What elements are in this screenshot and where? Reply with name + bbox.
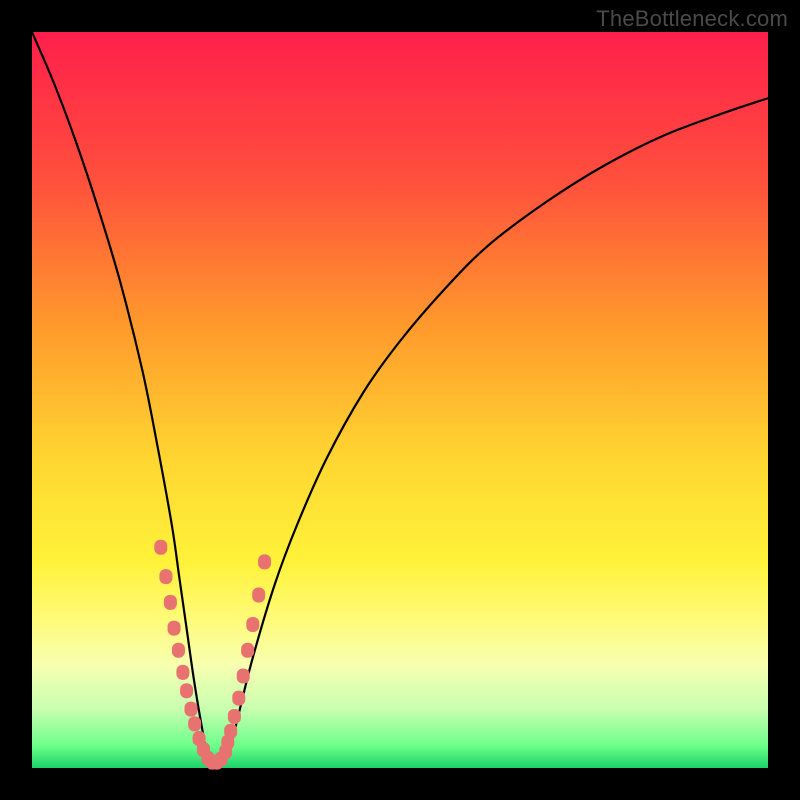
marker-dot [168,621,181,636]
marker-dot [154,540,167,555]
marker-dot [232,691,245,706]
marker-dot [228,709,241,724]
marker-dot [184,702,197,717]
marker-dot [164,595,177,610]
marker-dot [241,643,254,658]
watermark-text: TheBottleneck.com [596,6,788,32]
marker-dot [246,617,259,632]
plot-area [32,32,768,768]
marker-dot [159,569,172,584]
chart-svg [32,32,768,768]
marker-dot [176,665,189,680]
marker-dot [172,643,185,658]
chart-frame: TheBottleneck.com [0,0,800,800]
marker-dot [237,669,250,684]
marker-dot [180,683,193,698]
marker-dot [224,724,237,739]
marker-dot [252,588,265,603]
bottleneck-curve [32,32,768,768]
marker-dot [258,554,271,569]
marker-dot [188,716,201,731]
